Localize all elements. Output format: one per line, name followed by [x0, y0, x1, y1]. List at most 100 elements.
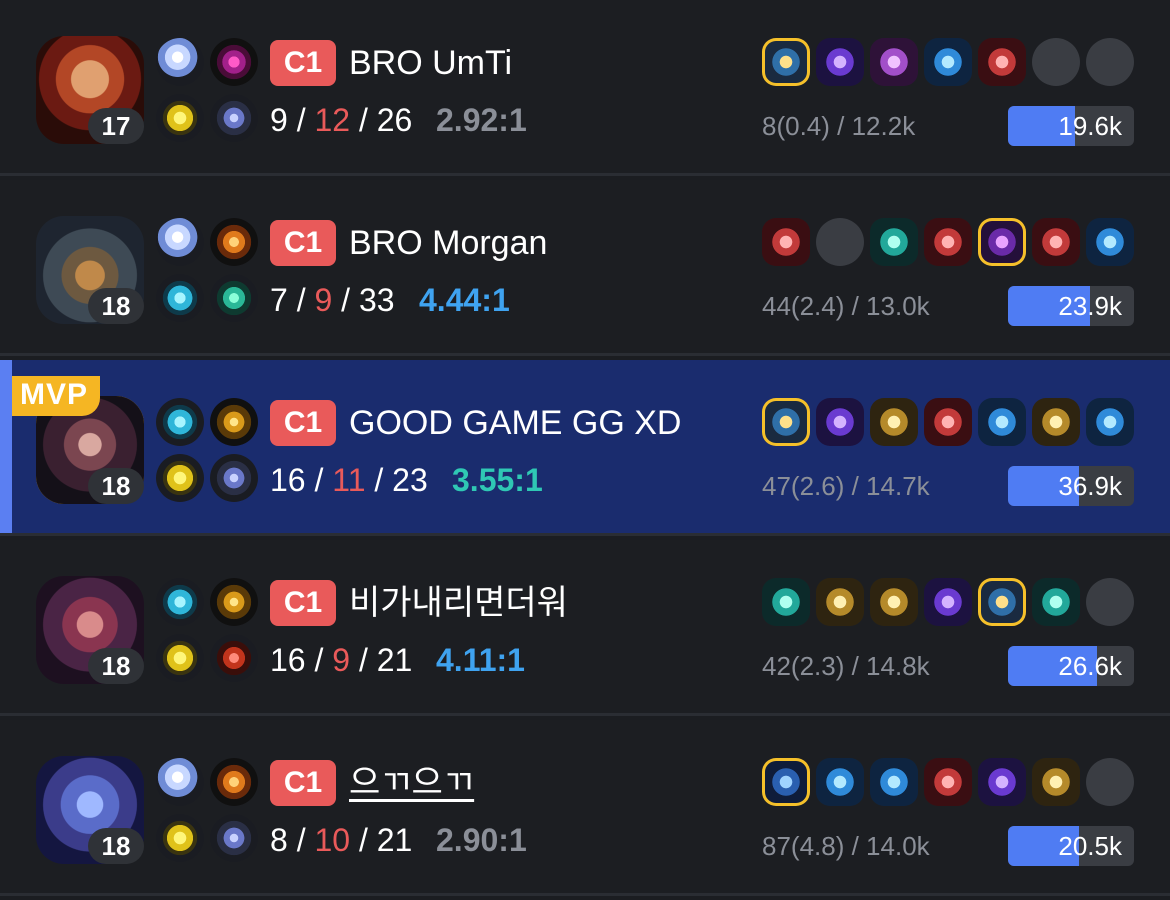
tier-badge: C1 — [270, 40, 336, 86]
kda-line: 9 / 12 / 26 — [270, 102, 413, 138]
kills: 7 — [270, 282, 288, 318]
resolve-rune-icon — [210, 274, 258, 322]
item-violet-icon[interactable] — [870, 38, 918, 86]
item-blue-icon[interactable] — [816, 758, 864, 806]
player-name[interactable]: BRO Morgan — [349, 220, 547, 266]
item-blue-icon[interactable] — [1086, 218, 1134, 266]
item-red-icon[interactable] — [1032, 218, 1080, 266]
item-purple-icon[interactable] — [924, 578, 972, 626]
player-row[interactable]: MVP 18 C1 GOOD GAME GG XD 16 / 11 / 23 3.55:1… — [0, 360, 1170, 536]
damage-bar: 23.9k — [1008, 286, 1134, 326]
item-teal-icon[interactable] — [1032, 578, 1080, 626]
glacial-augment-icon — [156, 758, 204, 806]
player-row[interactable]: 17 C1 BRO UmTi 9 / 12 / 26 2.92:1 8(0.4) / 12… — [0, 0, 1170, 176]
kda-ratio: 2.92:1 — [436, 102, 527, 138]
player-row[interactable]: 18 C1 비가내리면더워 16 / 9 / 21 4.11:1 42(2.3) / 14… — [0, 540, 1170, 716]
player-name[interactable]: 으ㄲ으ㄲ — [349, 760, 474, 806]
glacial-augment-icon — [156, 218, 204, 266]
item-golden-blue-icon[interactable] — [762, 758, 810, 806]
item-blue-icon[interactable] — [924, 38, 972, 86]
aftershock-icon — [210, 218, 258, 266]
item-blue-icon[interactable] — [1086, 398, 1134, 446]
assists: 26 — [376, 102, 413, 138]
conqueror-icon — [210, 398, 258, 446]
tier-badge: C1 — [270, 760, 336, 806]
damage-bar: 20.5k — [1008, 826, 1134, 866]
kills: 9 — [270, 102, 288, 138]
ghost-rune-icon — [210, 94, 258, 142]
item-golden-icon[interactable] — [762, 398, 810, 446]
mvp-highlight-bar — [0, 360, 12, 533]
teleport-icon — [156, 578, 204, 626]
damage-bar: 19.6k — [1008, 106, 1134, 146]
kda-line: 7 / 9 / 33 — [270, 282, 395, 318]
item-blue-icon[interactable] — [870, 758, 918, 806]
empty-item-slot[interactable] — [1032, 38, 1080, 86]
item-purple-icon[interactable] — [816, 38, 864, 86]
player-name[interactable]: BRO UmTi — [349, 40, 512, 86]
teleport-icon — [156, 398, 204, 446]
empty-item-slot[interactable] — [1086, 758, 1134, 806]
mvp-badge: MVP — [12, 376, 101, 416]
kills: 16 — [270, 462, 306, 498]
item-gold-icon[interactable] — [816, 578, 864, 626]
cs-gold-stats: 42(2.3) / 14.8k — [762, 651, 930, 681]
champion-level: 18 — [88, 648, 144, 684]
item-golden-icon[interactable] — [762, 38, 810, 86]
item-red-icon[interactable] — [978, 38, 1026, 86]
conqueror-icon — [210, 578, 258, 626]
item-teal-icon[interactable] — [870, 218, 918, 266]
item-purple-icon[interactable] — [816, 398, 864, 446]
kda-ratio: 4.44:1 — [419, 282, 510, 318]
item-gold-icon[interactable] — [1032, 398, 1080, 446]
damage-value: 23.9k — [1058, 291, 1122, 321]
flash-icon — [156, 814, 204, 862]
item-golden-purple-icon[interactable] — [978, 218, 1026, 266]
player-name[interactable]: 비가내리면더워 — [349, 580, 568, 626]
kda-line: 16 / 9 / 21 — [270, 642, 413, 678]
tier-badge: C1 — [270, 400, 336, 446]
damage-bar: 36.9k — [1008, 466, 1134, 506]
kda-line: 16 / 11 / 23 — [270, 462, 428, 498]
item-red-icon[interactable] — [924, 218, 972, 266]
kda-ratio: 4.11:1 — [436, 642, 525, 678]
item-gold-icon[interactable] — [1032, 758, 1080, 806]
player-row[interactable]: 18 C1 으ㄲ으ㄲ 8 / 10 / 21 2.90:1 87(4.8) / 14.0k… — [0, 720, 1170, 896]
kda-ratio: 2.90:1 — [436, 822, 527, 858]
player-list: 17 C1 BRO UmTi 9 / 12 / 26 2.92:1 8(0.4) / 12… — [0, 0, 1170, 900]
deaths: 12 — [314, 102, 351, 138]
player-name[interactable]: GOOD GAME GG XD — [349, 400, 681, 446]
ghost-rune-icon — [210, 814, 258, 862]
flash-icon — [156, 454, 204, 502]
empty-item-slot[interactable] — [1086, 38, 1134, 86]
kda-ratio: 3.55:1 — [452, 462, 543, 498]
teleport-icon — [156, 274, 204, 322]
item-teal-icon[interactable] — [762, 578, 810, 626]
item-red-icon[interactable] — [762, 218, 810, 266]
tier-badge: C1 — [270, 220, 336, 266]
item-red-icon[interactable] — [924, 758, 972, 806]
empty-item-slot[interactable] — [816, 218, 864, 266]
tier-badge: C1 — [270, 580, 336, 626]
kills: 16 — [270, 642, 306, 678]
flash-icon — [156, 634, 204, 682]
damage-value: 36.9k — [1058, 471, 1122, 501]
item-purple-icon[interactable] — [978, 758, 1026, 806]
item-gold-icon[interactable] — [870, 398, 918, 446]
assists: 23 — [392, 462, 428, 498]
item-gold-icon[interactable] — [870, 578, 918, 626]
item-golden-icon[interactable] — [978, 578, 1026, 626]
cs-gold-stats: 47(2.6) / 14.7k — [762, 471, 930, 501]
player-row[interactable]: 18 C1 BRO Morgan 7 / 9 / 33 4.44:1 44(2.4) / … — [0, 180, 1170, 356]
empty-item-slot[interactable] — [1086, 578, 1134, 626]
item-blue-icon[interactable] — [978, 398, 1026, 446]
damage-bar: 26.6k — [1008, 646, 1134, 686]
flash-icon — [156, 94, 204, 142]
kills: 8 — [270, 822, 288, 858]
deaths: 10 — [314, 822, 351, 858]
champion-level: 18 — [88, 288, 144, 324]
ghost-rune-icon — [210, 454, 258, 502]
deaths: 9 — [314, 282, 333, 318]
kda-line: 8 / 10 / 21 — [270, 822, 413, 858]
item-red-icon[interactable] — [924, 398, 972, 446]
